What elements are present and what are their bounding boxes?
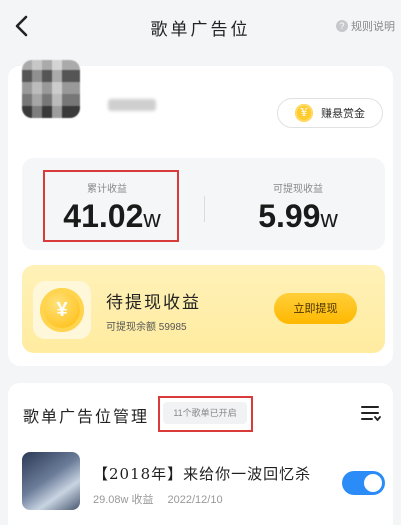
rules-label: 规则说明 [351, 21, 395, 33]
username-blurred [108, 99, 156, 111]
reward-button-label: 赚悬赏金 [321, 107, 365, 120]
withdraw-now-button[interactable]: 立即提现 [274, 293, 357, 324]
song-date: 2022/12/10 [167, 494, 223, 506]
enabled-badge-highlight [158, 396, 253, 432]
withdrawable-balance: 可提现余额 59985 [106, 322, 187, 333]
withdrawable-income-unit: w [320, 206, 338, 233]
withdrawable-income-number: 5.99 [258, 198, 321, 234]
manage-title: 歌单广告位管理 [23, 407, 150, 426]
song-ad-toggle[interactable] [342, 471, 385, 495]
rules-link[interactable]: ? 规则说明 [336, 18, 395, 34]
stats-divider [204, 196, 205, 222]
filter-icon[interactable] [361, 404, 381, 422]
yen-coin-icon: ¥ [40, 288, 84, 332]
reward-button[interactable]: ¥ 赚悬赏金 [277, 98, 383, 128]
song-cover-image[interactable] [22, 452, 80, 510]
top-nav: 歌单广告位 ? 规则说明 [0, 0, 401, 52]
song-income: 29.08w 收益 [93, 494, 154, 506]
toggle-knob [364, 474, 382, 492]
withdrawable-income-label: 可提现收益 [273, 184, 323, 195]
coin-icon: ¥ [295, 104, 313, 122]
pending-withdraw-title: 待提现收益 [106, 293, 201, 313]
question-icon: ? [336, 20, 348, 32]
total-income-highlight [43, 170, 179, 242]
song-title[interactable]: 【2018年】来给你一波回忆杀 [93, 463, 311, 484]
song-meta: 29.08w 收益 2022/12/10 [93, 491, 223, 507]
avatar[interactable] [22, 60, 80, 118]
withdrawable-income-value: 5.99w [236, 198, 360, 235]
